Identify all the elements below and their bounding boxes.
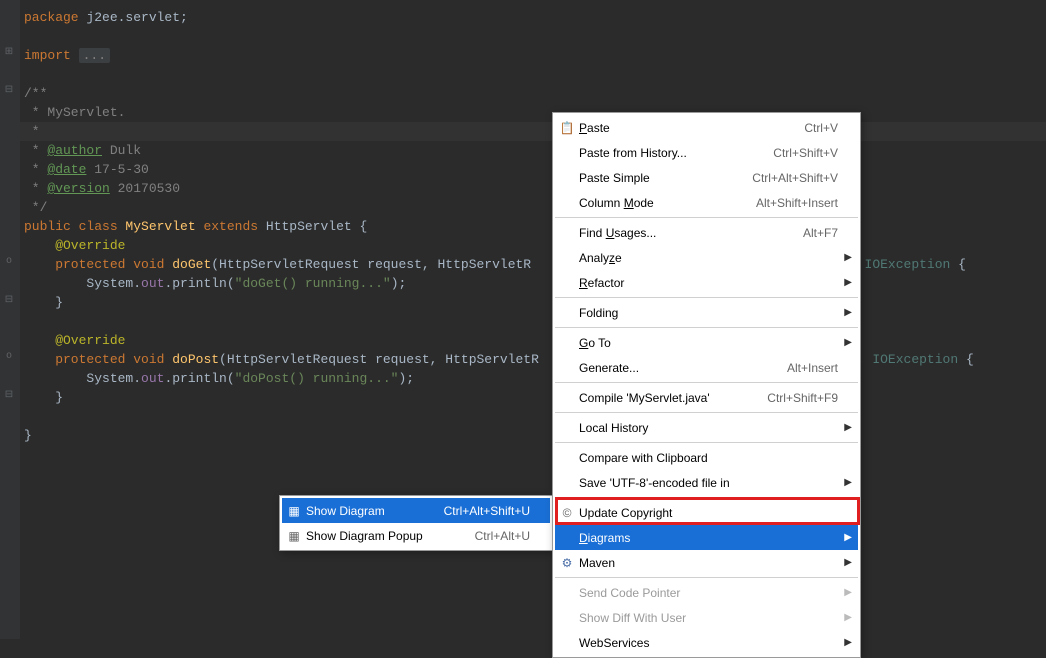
fold-plus-icon[interactable]: ⊞ <box>3 46 15 58</box>
chevron-right-icon: ▶ <box>844 307 852 318</box>
menu-refactor[interactable]: Refactor ▶ <box>555 270 858 295</box>
menu-folding[interactable]: Folding ▶ <box>555 300 858 325</box>
chevron-right-icon: ▶ <box>844 477 852 488</box>
menu-separator <box>555 327 858 328</box>
menu-shortcut: Ctrl+Alt+Shift+U <box>444 504 530 518</box>
menu-shortcut: Ctrl+Shift+V <box>773 146 838 160</box>
menu-label: Paste from History... <box>579 146 773 160</box>
menu-label: WebServices <box>579 636 838 650</box>
chevron-right-icon: ▶ <box>844 422 852 433</box>
menu-paste-simple[interactable]: Paste Simple Ctrl+Alt+Shift+V <box>555 165 858 190</box>
menu-label: Maven <box>579 556 838 570</box>
code-area[interactable]: package j2ee.servlet; import ... /** * M… <box>20 8 1046 445</box>
menu-separator <box>555 577 858 578</box>
chevron-right-icon: ▶ <box>844 587 852 598</box>
menu-label: Paste <box>579 121 804 135</box>
override-icon[interactable]: o <box>3 256 15 268</box>
menu-paste[interactable]: 📋 Paste Ctrl+V <box>555 115 858 140</box>
menu-compile[interactable]: Compile 'MyServlet.java' Ctrl+Shift+F9 <box>555 385 858 410</box>
chevron-right-icon: ▶ <box>844 277 852 288</box>
menu-label: Go To <box>579 336 838 350</box>
menu-column-mode[interactable]: Column Mode Alt+Shift+Insert <box>555 190 858 215</box>
menu-local-history[interactable]: Local History ▶ <box>555 415 858 440</box>
chevron-right-icon: ▶ <box>844 337 852 348</box>
menu-separator <box>555 217 858 218</box>
menu-label: Save 'UTF-8'-encoded file in <box>579 476 838 490</box>
menu-label: Diagrams <box>579 531 838 545</box>
menu-find-usages[interactable]: Find Usages... Alt+F7 <box>555 220 858 245</box>
gutter: ⊞ ⊟ o ⊟ o ⊟ <box>0 0 20 639</box>
menu-label: Update Copyright <box>579 506 838 520</box>
menu-label: Analyze <box>579 251 838 265</box>
menu-generate[interactable]: Generate... Alt+Insert <box>555 355 858 380</box>
maven-icon: ⚙ <box>559 555 575 571</box>
chevron-right-icon: ▶ <box>844 557 852 568</box>
menu-label: Local History <box>579 421 838 435</box>
menu-compare-clipboard[interactable]: Compare with Clipboard <box>555 445 858 470</box>
menu-label: Compile 'MyServlet.java' <box>579 391 767 405</box>
menu-shortcut: Alt+Shift+Insert <box>756 196 838 210</box>
menu-separator <box>555 442 858 443</box>
chevron-right-icon: ▶ <box>844 252 852 263</box>
menu-show-diagram[interactable]: ▦ Show Diagram Ctrl+Alt+Shift+U <box>282 498 550 523</box>
menu-separator <box>555 297 858 298</box>
menu-label: Refactor <box>579 276 838 290</box>
menu-label: Show Diff With User <box>579 611 838 625</box>
diagram-icon: ▦ <box>286 528 302 544</box>
fold-close-icon[interactable]: ⊟ <box>3 389 15 401</box>
menu-label: Find Usages... <box>579 226 803 240</box>
menu-label: Column Mode <box>579 196 756 210</box>
fold-close-icon[interactable]: ⊟ <box>3 294 15 306</box>
menu-label: Folding <box>579 306 838 320</box>
menu-save-encoding[interactable]: Save 'UTF-8'-encoded file in ▶ <box>555 470 858 495</box>
menu-label: Generate... <box>579 361 787 375</box>
paste-icon: 📋 <box>559 120 575 136</box>
menu-label: Show Diagram Popup <box>306 529 475 543</box>
menu-send-code-pointer: Send Code Pointer ▶ <box>555 580 858 605</box>
diagram-icon: ▦ <box>286 503 302 519</box>
menu-shortcut: Ctrl+Alt+U <box>475 529 530 543</box>
menu-diagrams[interactable]: Diagrams ▶ <box>555 525 858 550</box>
fold-minus-icon[interactable]: ⊟ <box>3 84 15 96</box>
menu-label: Paste Simple <box>579 171 752 185</box>
menu-shortcut: Alt+F7 <box>803 226 838 240</box>
menu-webservices[interactable]: WebServices ▶ <box>555 630 858 655</box>
chevron-right-icon: ▶ <box>844 612 852 623</box>
menu-shortcut: Ctrl+Shift+F9 <box>767 391 838 405</box>
menu-show-diff-user: Show Diff With User ▶ <box>555 605 858 630</box>
diagrams-submenu: ▦ Show Diagram Ctrl+Alt+Shift+U ▦ Show D… <box>279 495 553 551</box>
menu-separator <box>555 412 858 413</box>
copyright-icon: © <box>559 505 575 521</box>
menu-paste-history[interactable]: Paste from History... Ctrl+Shift+V <box>555 140 858 165</box>
menu-update-copyright[interactable]: © Update Copyright <box>555 500 858 525</box>
menu-goto[interactable]: Go To ▶ <box>555 330 858 355</box>
menu-shortcut: Ctrl+Alt+Shift+V <box>752 171 838 185</box>
menu-label: Compare with Clipboard <box>579 451 838 465</box>
menu-separator <box>555 382 858 383</box>
override-icon[interactable]: o <box>3 351 15 363</box>
menu-label: Send Code Pointer <box>579 586 838 600</box>
menu-show-diagram-popup[interactable]: ▦ Show Diagram Popup Ctrl+Alt+U <box>282 523 550 548</box>
context-menu: 📋 Paste Ctrl+V Paste from History... Ctr… <box>552 112 861 658</box>
code-editor[interactable]: ⊞ ⊟ o ⊟ o ⊟ package j2ee.servlet; import… <box>0 0 1046 445</box>
menu-shortcut: Ctrl+V <box>804 121 838 135</box>
menu-separator <box>555 497 858 498</box>
menu-maven[interactable]: ⚙ Maven ▶ <box>555 550 858 575</box>
menu-shortcut: Alt+Insert <box>787 361 838 375</box>
menu-analyze[interactable]: Analyze ▶ <box>555 245 858 270</box>
chevron-right-icon: ▶ <box>844 532 852 543</box>
menu-label: Show Diagram <box>306 504 444 518</box>
